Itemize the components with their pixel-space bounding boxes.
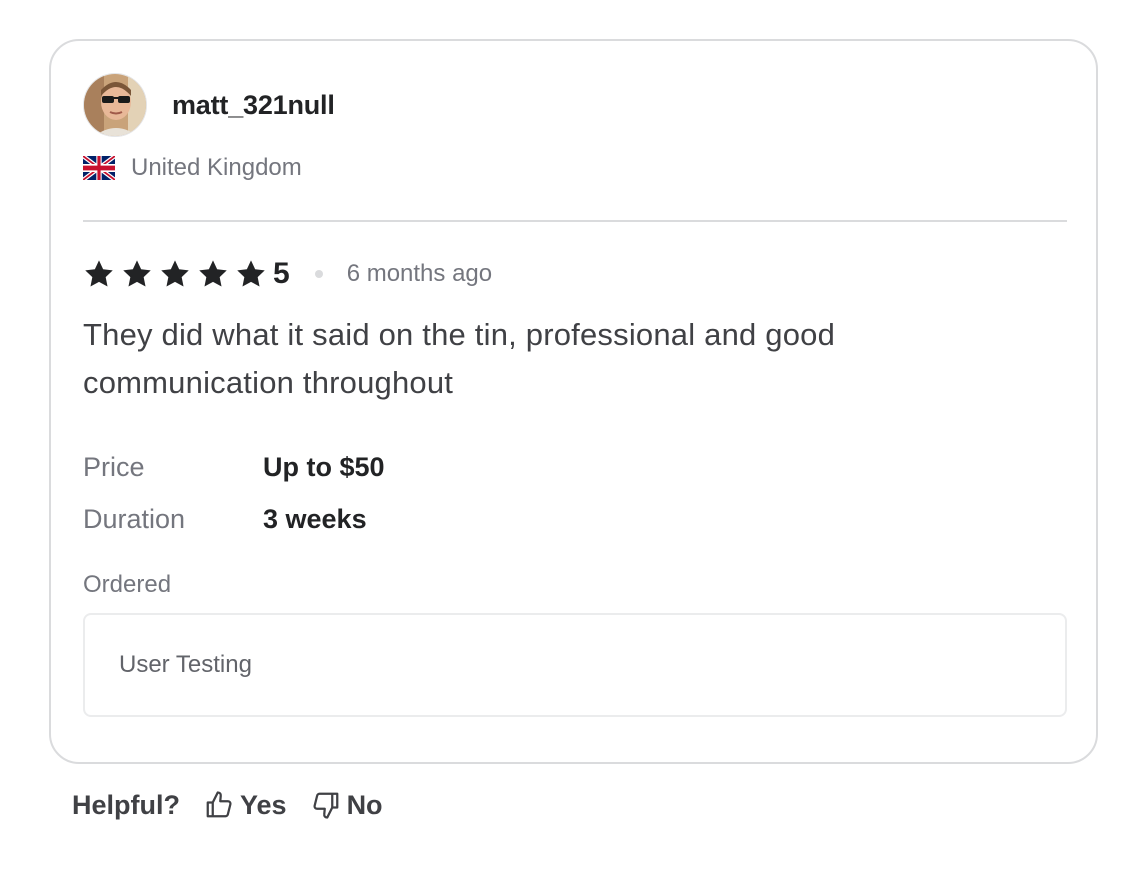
review-time: 6 months ago	[346, 260, 493, 287]
avatar-image	[84, 74, 146, 136]
reviewer-country: United Kingdom	[83, 154, 302, 182]
helpful-no-button[interactable]: No	[311, 790, 383, 821]
helpful-yes-button[interactable]: Yes	[204, 790, 287, 821]
review-card: matt_321null United Kingdom 5 6 months a…	[49, 39, 1098, 764]
separator-dot	[314, 270, 323, 278]
review-text: They did what it said on the tin, profes…	[83, 317, 836, 400]
reviewer-header: matt_321null	[83, 73, 335, 137]
star-icon	[161, 260, 189, 287]
detail-row-price: Price Up to $50	[83, 441, 385, 493]
star-icon	[237, 260, 265, 287]
yes-label: Yes	[240, 789, 287, 820]
reviewer-username[interactable]: matt_321null	[172, 90, 335, 121]
rating-value: 5	[273, 257, 290, 290]
review-details: Price Up to $50 Duration 3 weeks	[83, 441, 385, 545]
star-icon	[123, 260, 151, 287]
ordered-item-box[interactable]: User Testing	[83, 613, 1067, 717]
thumbs-down-icon	[312, 792, 338, 819]
price-label: Price	[83, 451, 145, 482]
helpful-feedback: Helpful? Yes No	[72, 784, 407, 826]
rating-row: 5 6 months ago	[83, 254, 492, 294]
divider	[83, 220, 1067, 222]
duration-label: Duration	[83, 503, 186, 534]
star-icon	[199, 260, 227, 287]
price-value: Up to $50	[263, 451, 385, 482]
duration-value: 3 weeks	[263, 503, 367, 534]
country-name: United Kingdom	[131, 154, 302, 181]
helpful-label: Helpful?	[72, 789, 180, 820]
detail-row-duration: Duration 3 weeks	[83, 493, 385, 545]
uk-flag-icon	[83, 156, 115, 180]
thumbs-up-icon	[206, 791, 232, 818]
star-rating	[83, 258, 273, 290]
ordered-label: Ordered	[83, 571, 172, 598]
ordered-item-name: User Testing	[119, 651, 252, 678]
no-label: No	[346, 789, 383, 820]
star-icon	[85, 260, 113, 287]
avatar[interactable]	[83, 73, 147, 137]
